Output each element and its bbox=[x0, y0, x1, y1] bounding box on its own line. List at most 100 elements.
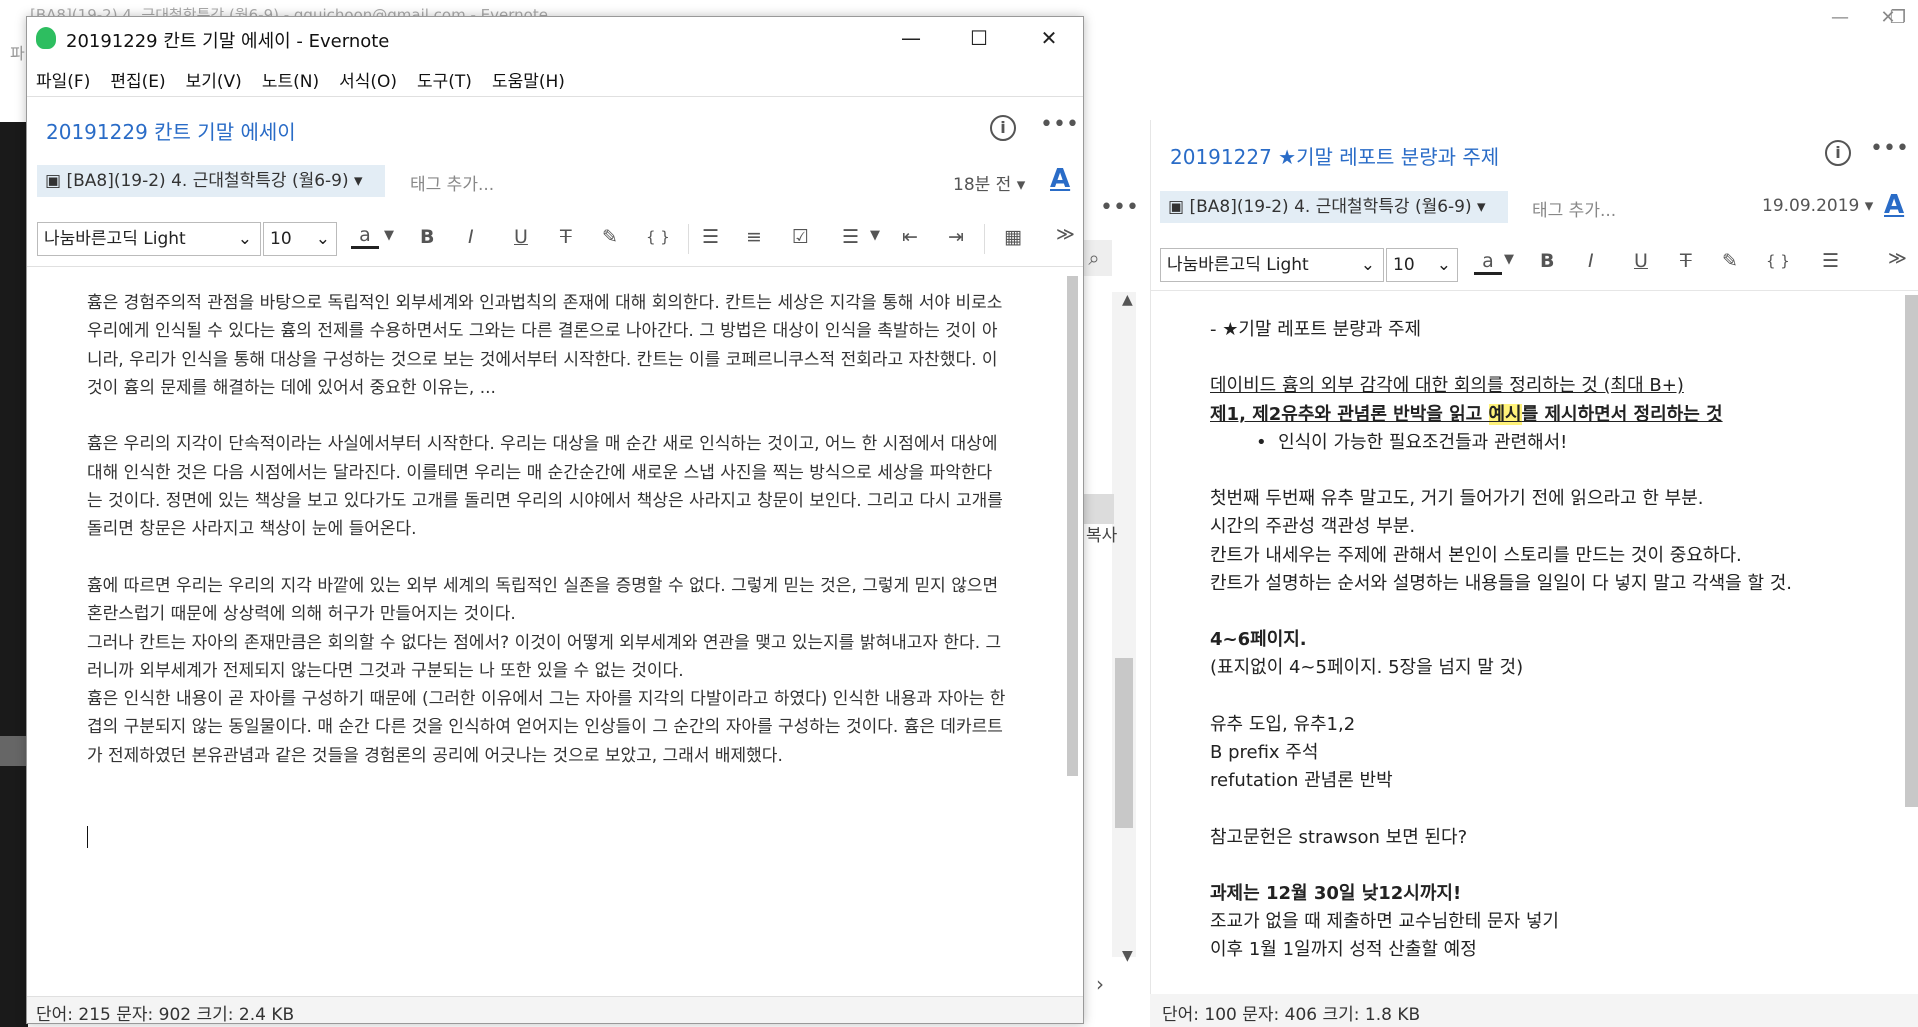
right-text-color-button[interactable]: a bbox=[1474, 250, 1502, 275]
right-tag-input[interactable]: 태그 추가... bbox=[1532, 196, 1616, 221]
toolbar-divider-line bbox=[27, 266, 1083, 267]
bg-close-button[interactable]: ✕ bbox=[1858, 0, 1918, 34]
chevron-down-icon[interactable]: ▼ bbox=[384, 228, 394, 243]
bold-button[interactable]: B bbox=[420, 226, 434, 248]
menu-view[interactable]: 보기(V) bbox=[186, 67, 242, 92]
minimize-button[interactable]: — bbox=[886, 20, 936, 56]
size-select[interactable]: 10 ⌄ bbox=[263, 222, 337, 256]
menu-file[interactable]: 파일(F) bbox=[36, 67, 90, 92]
format-text-icon[interactable]: A bbox=[1884, 190, 1904, 220]
background-sidebar-selected bbox=[0, 736, 28, 766]
right-font-select[interactable]: 나눔바른고딕 Light ⌄ bbox=[1160, 248, 1384, 282]
right-scrollbar-thumb[interactable] bbox=[1905, 295, 1918, 807]
text-span: 를 제시하면서 정리하는 것 bbox=[1521, 403, 1723, 425]
text-cursor bbox=[87, 826, 88, 848]
right-updated-date[interactable]: 19.09.2019 ▾ bbox=[1762, 196, 1873, 216]
notebook-selector[interactable]: ▣ [BA8](19-2) 4. 근대철학특강 (월6-9) ▾ bbox=[37, 165, 385, 197]
close-button[interactable]: ✕ bbox=[1024, 20, 1074, 56]
right-strikethrough-button[interactable]: T bbox=[1680, 250, 1692, 272]
note-list-selected-item[interactable] bbox=[1084, 494, 1114, 524]
text-line: 이후 1월 1일까지 성적 산출할 예정 bbox=[1210, 939, 1477, 961]
updated-time[interactable]: 18분 전 ▾ bbox=[953, 170, 1025, 195]
right-toolbar-divider bbox=[1150, 290, 1918, 291]
tag-input[interactable]: 태그 추가... bbox=[410, 170, 494, 195]
text-line: 시간의 주관성 객관성 부분. bbox=[1210, 516, 1416, 538]
menu-tools[interactable]: 도구(T) bbox=[417, 67, 472, 92]
evernote-logo-icon bbox=[36, 27, 56, 49]
toolbar-overflow-icon[interactable]: ≫ bbox=[1888, 248, 1907, 269]
numbered-list-icon[interactable]: ≡ bbox=[746, 226, 762, 248]
bulleted-list-icon[interactable]: ☰ bbox=[702, 226, 719, 248]
right-size-select[interactable]: 10 ⌄ bbox=[1386, 248, 1458, 282]
updated-label: 18분 전 bbox=[953, 175, 1012, 195]
right-underline-button[interactable]: U bbox=[1634, 250, 1648, 272]
menu-help[interactable]: 도움말(H) bbox=[492, 67, 565, 92]
paragraph: 흄은 우리의 지각이 단속적이라는 사실에서부터 시작한다. 우리는 대상을 매… bbox=[87, 434, 1003, 540]
toolbar-overflow-icon[interactable]: ≫ bbox=[1056, 224, 1075, 245]
italic-button[interactable]: I bbox=[468, 226, 474, 248]
paragraph: 흄은 인식한 내용이 곧 자아를 구성하기 때문에 (그러한 이유에서 그는 자… bbox=[87, 689, 1006, 766]
info-icon[interactable]: i bbox=[990, 115, 1016, 141]
right-code-button[interactable]: { } bbox=[1766, 252, 1790, 270]
right-note-body[interactable]: - ★기말 레포트 분량과 주제 데이비드 흄의 외부 감각에 대한 회의를 정… bbox=[1210, 316, 1890, 965]
table-icon[interactable]: ▦ bbox=[1004, 226, 1022, 248]
code-button[interactable]: { } bbox=[646, 228, 670, 246]
text-line: 참고문헌은 strawson 보면 된다? bbox=[1210, 826, 1468, 848]
font-select[interactable]: 나눔바른고딕 Light ⌄ bbox=[37, 222, 261, 256]
more-options-icon[interactable]: ••• bbox=[1040, 112, 1079, 137]
text-color-button[interactable]: a bbox=[351, 224, 379, 249]
right-note-title[interactable]: 20191227 ★기말 레포트 분량과 주제 bbox=[1170, 141, 1499, 170]
maximize-button[interactable]: ☐ bbox=[954, 20, 1004, 56]
text-line-emphasis: 제1, 제2유추와 관념론 반박을 읽고 예시를 제시하면서 정리하는 것 bbox=[1210, 401, 1890, 429]
text-line: refutation 관념론 반박 bbox=[1210, 770, 1393, 792]
indent-icon[interactable]: ⇥ bbox=[948, 226, 964, 248]
note-title[interactable]: 20191229 칸트 기말 에세이 bbox=[46, 116, 296, 145]
highlighter-icon[interactable]: ✎ bbox=[602, 226, 618, 248]
menu-edit[interactable]: 편집(E) bbox=[110, 67, 165, 92]
outdent-icon[interactable]: ⇤ bbox=[902, 226, 918, 248]
highlighted-span: 예시 bbox=[1488, 403, 1522, 425]
right-notebook-selector[interactable]: ▣ [BA8](19-2) 4. 근대철학특강 (월6-9) ▾ bbox=[1160, 191, 1508, 223]
chevron-down-icon: ▾ bbox=[1471, 197, 1486, 217]
checkbox-icon[interactable]: ☑ bbox=[792, 226, 809, 248]
text-line: 유추 도입, 유추1,2 bbox=[1210, 713, 1356, 735]
chevron-down-icon: ⌄ bbox=[1436, 255, 1451, 275]
note-list-more-icon[interactable]: ••• bbox=[1100, 195, 1139, 220]
notebook-label: [BA8](19-2) 4. 근대철학특강 (월6-9) bbox=[66, 171, 349, 191]
text-line: 데이비드 흄의 외부 감각에 대한 회의를 정리하는 것 (최대 B+) bbox=[1210, 375, 1684, 397]
chevron-down-icon[interactable]: ▼ bbox=[1504, 252, 1514, 267]
editor-scrollbar-thumb[interactable] bbox=[1067, 276, 1078, 776]
menu-format[interactable]: 서식(O) bbox=[339, 67, 397, 92]
text-line: 조교가 없을 때 제출하면 교수님한테 문자 넣기 bbox=[1210, 911, 1559, 933]
align-icon[interactable]: ☰ bbox=[842, 226, 859, 248]
info-icon[interactable]: i bbox=[1825, 140, 1851, 166]
text-line: 칸트가 내세우는 주제에 관해서 본인이 스토리를 만드는 것이 중요하다. bbox=[1210, 544, 1742, 566]
bulleted-list-icon[interactable]: ☰ bbox=[1822, 250, 1839, 272]
bullet-item: • 인식이 가능한 필요조건들과 관련해서! bbox=[1256, 431, 1568, 453]
right-italic-button[interactable]: I bbox=[1588, 250, 1594, 272]
more-options-icon[interactable]: ••• bbox=[1870, 136, 1909, 161]
scroll-down-arrow-icon[interactable]: ▼ bbox=[1122, 948, 1133, 964]
note-list-scrollbar-thumb[interactable] bbox=[1115, 658, 1133, 828]
highlighter-icon[interactable]: ✎ bbox=[1722, 250, 1738, 272]
chevron-down-icon[interactable]: ▼ bbox=[870, 228, 880, 243]
text-line: (표지없이 4~5페이지. 5장을 넘지 말 것) bbox=[1210, 657, 1524, 679]
paragraph: 흄에 따르면 우리는 우리의 지각 바깥에 있는 외부 세계의 독립적인 실존을… bbox=[87, 575, 999, 625]
text-line-bold: 과제는 12월 30일 낮12시까지! bbox=[1210, 882, 1462, 904]
strikethrough-button[interactable]: T bbox=[560, 226, 572, 248]
format-text-icon[interactable]: A bbox=[1050, 164, 1070, 194]
chevron-right-icon[interactable]: › bbox=[1096, 972, 1104, 996]
menu-note[interactable]: 노트(N) bbox=[262, 67, 319, 92]
underline-button[interactable]: U bbox=[514, 226, 528, 248]
scroll-up-arrow-icon[interactable]: ▲ bbox=[1122, 292, 1133, 308]
notebook-icon: ▣ bbox=[45, 171, 67, 191]
note-list-scrollbar[interactable] bbox=[1112, 292, 1136, 957]
chevron-down-icon: ⌄ bbox=[315, 229, 330, 249]
status-text: 단어: 215 문자: 902 크기: 2.4 KB bbox=[36, 1005, 295, 1025]
right-bold-button[interactable]: B bbox=[1540, 250, 1554, 272]
right-font-value: 나눔바른고딕 Light bbox=[1167, 255, 1309, 275]
note-body-editor[interactable]: 흄은 경험주의적 관점을 바탕으로 독립적인 외부세계와 인과법칙의 존재에 대… bbox=[87, 289, 1007, 770]
font-value: 나눔바른고딕 Light bbox=[44, 229, 186, 249]
